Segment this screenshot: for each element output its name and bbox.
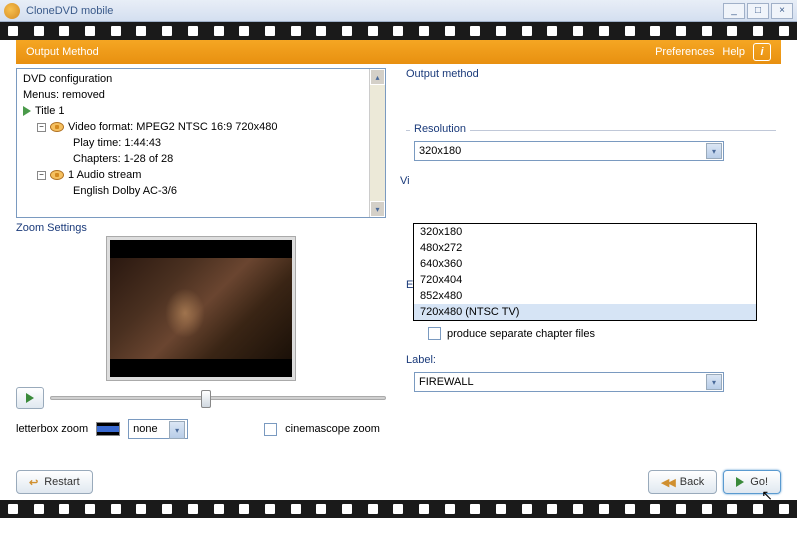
separate-chapters-label: produce separate chapter files bbox=[447, 328, 595, 340]
scroll-up-icon[interactable]: ▴ bbox=[370, 69, 385, 85]
app-icon bbox=[4, 3, 20, 19]
play-button[interactable] bbox=[16, 387, 44, 409]
restart-icon: ↩ bbox=[29, 476, 38, 489]
minimize-button[interactable]: _ bbox=[723, 3, 745, 19]
seek-slider[interactable] bbox=[50, 396, 386, 400]
chevron-down-icon: ▾ bbox=[706, 374, 722, 390]
resolution-dropdown[interactable]: 320x180 480x272 640x360 720x404 852x480 … bbox=[413, 223, 757, 321]
tree-video-format[interactable]: −Video format: MPEG2 NTSC 16:9 720x480 bbox=[19, 119, 383, 135]
rewind-icon: ◀◀ bbox=[661, 476, 674, 489]
restart-button[interactable]: ↩Restart bbox=[16, 470, 93, 494]
resolution-select[interactable]: 320x180 ▾ bbox=[414, 141, 724, 161]
resolution-option[interactable]: 720x480 (NTSC TV) bbox=[414, 304, 756, 320]
go-button[interactable]: Go! bbox=[723, 470, 781, 494]
tree-chapters[interactable]: Chapters: 1-28 of 28 bbox=[19, 151, 383, 167]
maximize-button[interactable]: □ bbox=[747, 3, 769, 19]
zoom-settings-label: Zoom Settings bbox=[16, 222, 386, 234]
titlebar: CloneDVD mobile _ □ × bbox=[0, 0, 797, 22]
page-title: Output Method bbox=[26, 46, 647, 58]
preferences-link[interactable]: Preferences bbox=[655, 46, 714, 58]
letterbox-swatch-icon bbox=[96, 422, 120, 436]
tree-audio-stream[interactable]: −1 Audio stream bbox=[19, 167, 383, 183]
label-label: Label: bbox=[406, 354, 776, 366]
back-button[interactable]: ◀◀Back bbox=[648, 470, 717, 494]
play-icon bbox=[736, 477, 744, 487]
cinemascope-zoom-label: cinemascope zoom bbox=[285, 423, 380, 435]
video-preview bbox=[106, 236, 296, 381]
tree-scrollbar[interactable]: ▴ ▾ bbox=[369, 69, 385, 217]
tree-audio-lang[interactable]: English Dolby AC-3/6 bbox=[19, 183, 383, 199]
output-method-heading: Output method bbox=[406, 68, 776, 80]
close-button[interactable]: × bbox=[771, 3, 793, 19]
dvd-config-tree[interactable]: DVD configuration Menus: removed Title 1… bbox=[16, 68, 386, 218]
cinemascope-checkbox[interactable] bbox=[264, 423, 277, 436]
resolution-option[interactable]: 640x360 bbox=[414, 256, 756, 272]
collapse-icon[interactable]: − bbox=[37, 171, 46, 180]
help-link[interactable]: Help bbox=[722, 46, 745, 58]
label-select[interactable]: FIREWALL ▾ bbox=[414, 372, 724, 392]
resolution-label: Resolution bbox=[410, 123, 470, 135]
separate-chapters-checkbox[interactable] bbox=[428, 327, 441, 340]
play-icon bbox=[23, 106, 31, 116]
resolution-option[interactable]: 320x180 bbox=[414, 224, 756, 240]
letterbox-zoom-label: letterbox zoom bbox=[16, 423, 88, 435]
filmstrip-bottom bbox=[0, 500, 797, 518]
resolution-option[interactable]: 720x404 bbox=[414, 272, 756, 288]
video-quality-partial: Vi bbox=[400, 175, 776, 187]
eye-icon bbox=[50, 122, 64, 132]
slider-thumb[interactable] bbox=[201, 390, 211, 408]
eye-icon bbox=[50, 170, 64, 180]
help-icon[interactable]: i bbox=[753, 43, 771, 61]
tree-root[interactable]: DVD configuration bbox=[19, 71, 383, 87]
window-title: CloneDVD mobile bbox=[26, 5, 721, 17]
tree-play-time[interactable]: Play time: 1:44:43 bbox=[19, 135, 383, 151]
chevron-down-icon: ▾ bbox=[706, 143, 722, 159]
collapse-icon[interactable]: − bbox=[37, 123, 46, 132]
resolution-option[interactable]: 480x272 bbox=[414, 240, 756, 256]
letterbox-zoom-select[interactable]: none bbox=[128, 419, 188, 439]
filmstrip-top bbox=[0, 22, 797, 40]
resolution-option[interactable]: 852x480 bbox=[414, 288, 756, 304]
page-header: Output Method Preferences Help i bbox=[16, 40, 781, 64]
tree-title1[interactable]: Title 1 bbox=[19, 103, 383, 119]
play-icon bbox=[26, 393, 34, 403]
scroll-down-icon[interactable]: ▾ bbox=[370, 201, 385, 217]
tree-menus[interactable]: Menus: removed bbox=[19, 87, 383, 103]
